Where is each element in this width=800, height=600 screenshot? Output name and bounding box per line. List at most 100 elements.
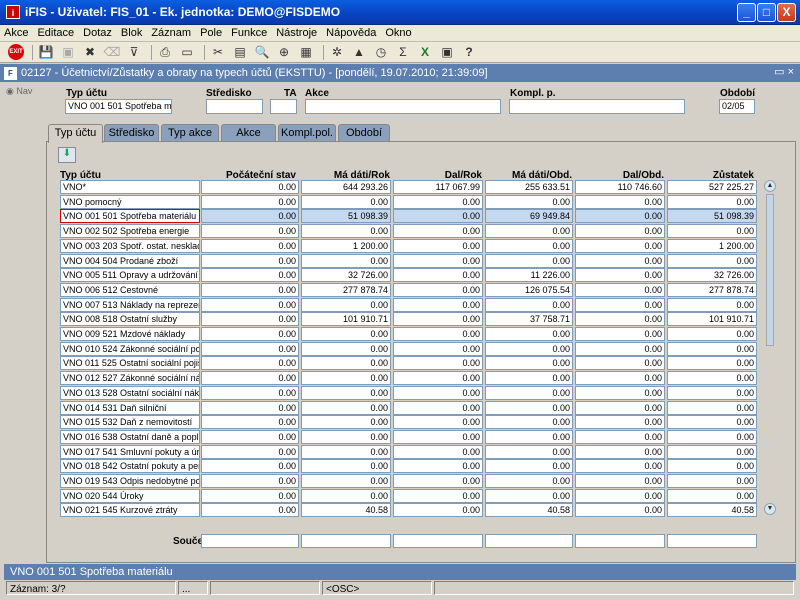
row-value-cell[interactable]: 0.00	[485, 194, 573, 209]
row-value-cell[interactable]: 0.00	[485, 327, 573, 341]
clock-icon[interactable]: ◷	[372, 44, 390, 61]
menu-dotaz[interactable]: Dotaz	[83, 27, 112, 39]
row-value-cell[interactable]: 0.00	[301, 356, 391, 371]
row-value-cell[interactable]: 0.00	[201, 474, 299, 488]
row-value-cell[interactable]: 0.00	[667, 385, 757, 400]
minimize-button[interactable]: _	[737, 3, 756, 22]
row-value-cell[interactable]: 0.00	[201, 194, 299, 209]
row-value-cell[interactable]: 0.00	[485, 488, 573, 503]
row-value-cell[interactable]: 0.00	[301, 371, 391, 386]
row-value-cell[interactable]: 0.00	[393, 209, 483, 224]
filter-icon[interactable]: ⊽	[125, 44, 143, 61]
row-typ-uctu-cell[interactable]: VNO 009 521 Mzdové náklady	[60, 327, 200, 341]
row-value-cell[interactable]: 0.00	[301, 297, 391, 312]
ta-field[interactable]	[270, 99, 297, 114]
row-value-cell[interactable]: 0.00	[393, 297, 483, 312]
row-typ-uctu-cell[interactable]: VNO pomocný	[60, 194, 200, 209]
row-value-cell[interactable]: 0.00	[301, 194, 391, 209]
row-value-cell[interactable]: 0.00	[667, 194, 757, 209]
cut-icon[interactable]: ✂	[209, 44, 227, 61]
row-typ-uctu-cell[interactable]: VNO 007 513 Náklady na reprezente	[60, 297, 200, 312]
row-value-cell[interactable]: 0.00	[485, 459, 573, 474]
row-value-cell[interactable]: 0.00	[201, 297, 299, 312]
copy-icon[interactable]: ▭	[178, 44, 196, 61]
stredisko-field[interactable]	[206, 99, 263, 114]
row-typ-uctu-cell[interactable]: VNO 011 525 Ostatní sociální pojiště	[60, 356, 200, 371]
clear-icon[interactable]: ⌫	[103, 44, 121, 61]
row-value-cell[interactable]: 0.00	[575, 297, 665, 312]
row-value-cell[interactable]: 32 726.00	[667, 268, 757, 283]
row-value-cell[interactable]: 0.00	[393, 415, 483, 430]
print-icon[interactable]: ⎙	[156, 44, 174, 61]
typ-uctu-field[interactable]: VNO 001 501 Spotřeba mat	[65, 99, 172, 114]
row-value-cell[interactable]: 0.00	[575, 194, 665, 209]
tab-obdobi[interactable]: Období	[338, 124, 390, 142]
row-value-cell[interactable]: 101 910.71	[301, 312, 391, 327]
row-value-cell[interactable]: 0.00	[575, 327, 665, 341]
scroll-track[interactable]	[766, 194, 774, 504]
row-value-cell[interactable]: 0.00	[485, 297, 573, 312]
sum-icon[interactable]: Σ	[394, 44, 412, 61]
row-value-cell[interactable]: 0.00	[201, 385, 299, 400]
row-value-cell[interactable]: 0.00	[201, 268, 299, 283]
row-value-cell[interactable]: 0.00	[301, 444, 391, 459]
row-value-cell[interactable]: 40.58	[485, 503, 573, 518]
tab-typ-uctu[interactable]: Typ účtu	[48, 124, 103, 143]
row-value-cell[interactable]: 0.00	[575, 385, 665, 400]
scroll-thumb[interactable]	[766, 194, 774, 346]
row-value-cell[interactable]: 0.00	[485, 356, 573, 371]
settings-icon[interactable]: ✲	[328, 44, 346, 61]
row-value-cell[interactable]: 0.00	[301, 429, 391, 444]
row-value-cell[interactable]: 11 226.00	[485, 268, 573, 283]
row-value-cell[interactable]: 0.00	[393, 341, 483, 356]
row-value-cell[interactable]: 69 949.84	[485, 209, 573, 224]
tab-stredisko[interactable]: Středisko	[104, 124, 159, 142]
row-value-cell[interactable]: 0.00	[393, 268, 483, 283]
row-value-cell[interactable]: 0.00	[485, 371, 573, 386]
row-value-cell[interactable]: 0.00	[201, 503, 299, 518]
row-value-cell[interactable]: 0.00	[575, 312, 665, 327]
row-value-cell[interactable]: 0.00	[201, 209, 299, 224]
scroll-down-icon[interactable]: ▼	[764, 503, 776, 515]
row-value-cell[interactable]: 0.00	[575, 356, 665, 371]
row-value-cell[interactable]: 0.00	[201, 415, 299, 430]
excel-icon[interactable]: X	[416, 44, 434, 61]
row-value-cell[interactable]: 0.00	[575, 238, 665, 253]
row-value-cell[interactable]: 0.00	[485, 429, 573, 444]
row-value-cell[interactable]: 0.00	[301, 327, 391, 341]
row-value-cell[interactable]: 0.00	[201, 429, 299, 444]
row-value-cell[interactable]: 0.00	[393, 444, 483, 459]
row-value-cell[interactable]: 0.00	[485, 400, 573, 415]
row-typ-uctu-cell[interactable]: VNO 004 504 Prodané zboží	[60, 253, 200, 268]
row-value-cell[interactable]: 40.58	[301, 503, 391, 518]
row-value-cell[interactable]: 0.00	[575, 444, 665, 459]
akce-field[interactable]	[305, 99, 501, 114]
row-typ-uctu-cell[interactable]: VNO 008 518 Ostatní služby	[60, 312, 200, 327]
tab-kompl-pol[interactable]: Kompl.pol.	[278, 124, 336, 142]
row-value-cell[interactable]: 0.00	[393, 400, 483, 415]
row-value-cell[interactable]: 126 075.54	[485, 282, 573, 297]
row-value-cell[interactable]: 0.00	[667, 297, 757, 312]
row-value-cell[interactable]: 32 726.00	[301, 268, 391, 283]
row-typ-uctu-cell[interactable]: VNO 014 531 Daň silniční	[60, 400, 200, 415]
obdobi-field[interactable]: 02/05	[719, 99, 755, 114]
row-value-cell[interactable]: 0.00	[201, 444, 299, 459]
row-value-cell[interactable]: 0.00	[201, 341, 299, 356]
row-value-cell[interactable]: 0.00	[575, 253, 665, 268]
row-value-cell[interactable]: 0.00	[667, 415, 757, 430]
row-value-cell[interactable]: 0.00	[393, 429, 483, 444]
row-value-cell[interactable]: 0.00	[575, 459, 665, 474]
row-typ-uctu-cell[interactable]: VNO 003 203 Spotř. ostat. neskladov	[60, 238, 200, 253]
menu-nastroje[interactable]: Nástroje	[276, 27, 317, 39]
row-value-cell[interactable]: 0.00	[485, 385, 573, 400]
menu-pole[interactable]: Pole	[200, 27, 222, 39]
menu-funkce[interactable]: Funkce	[231, 27, 267, 39]
row-value-cell[interactable]: 0.00	[201, 356, 299, 371]
row-value-cell[interactable]: 0.00	[485, 238, 573, 253]
row-value-cell[interactable]: 0.00	[201, 312, 299, 327]
save-icon[interactable]: 💾	[37, 44, 55, 61]
row-value-cell[interactable]: 117 067.99	[393, 180, 483, 194]
row-typ-uctu-cell[interactable]: VNO 021 545 Kurzové ztráty	[60, 503, 200, 518]
row-typ-uctu-cell[interactable]: VNO 005 511 Opravy a udržování	[60, 268, 200, 283]
row-value-cell[interactable]: 0.00	[667, 371, 757, 386]
